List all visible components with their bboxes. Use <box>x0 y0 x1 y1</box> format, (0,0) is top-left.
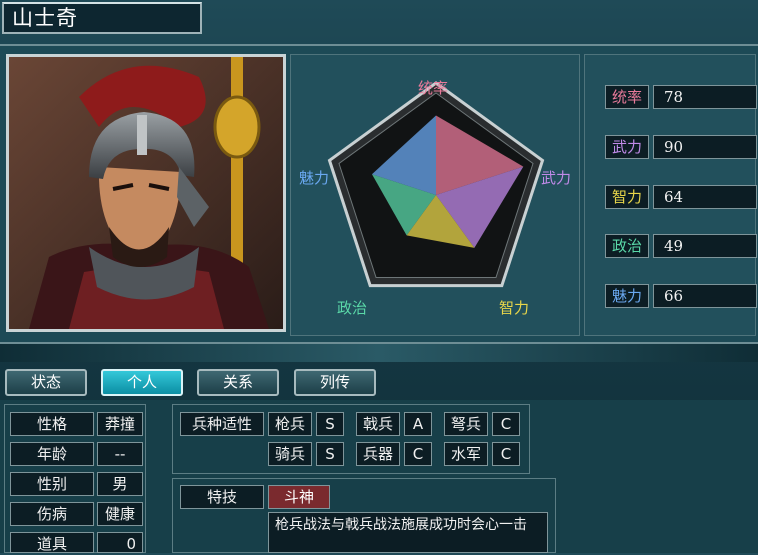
radar-label-zhengzhi: 政治 <box>337 299 368 317</box>
stat-row-zhengzhi: 政治 49 <box>605 234 757 258</box>
troop-aptitude-header: 兵种适性 <box>180 412 264 436</box>
troop-grade: C <box>492 442 520 466</box>
stat-value: 49 <box>653 234 757 258</box>
personal-label: 伤病 <box>10 502 94 526</box>
stat-row-tongshuai: 统率 78 <box>605 85 757 109</box>
stat-value: 66 <box>653 284 757 308</box>
tab-personal[interactable]: 个人 <box>101 369 183 396</box>
special-skill-name: 斗神 <box>268 485 330 509</box>
stat-label: 魅力 <box>605 284 649 308</box>
personal-label: 性别 <box>10 472 94 496</box>
troop-grade: S <box>316 412 344 436</box>
character-name-title: 山士奇 <box>2 2 202 34</box>
personal-value: 0 <box>97 532 143 553</box>
troop-grade: C <box>492 412 520 436</box>
troop-type: 弩兵 <box>444 412 488 436</box>
stat-label: 武力 <box>605 135 649 159</box>
divider-stripe <box>0 344 758 362</box>
personal-value: 男 <box>97 472 143 496</box>
personal-value: -- <box>97 442 143 466</box>
radar-label-zhili: 智力 <box>499 299 530 317</box>
personal-label: 道具 <box>10 532 94 553</box>
tab-biography[interactable]: 列传 <box>294 369 376 396</box>
ability-stats-panel: 统率 78 武力 90 智力 64 政治 49 魅力 66 <box>584 54 757 336</box>
ability-radar-panel: 统率 武力 智力 政治 魅力 <box>290 54 580 336</box>
stat-label: 智力 <box>605 185 649 209</box>
stat-row-zhili: 智力 64 <box>605 185 757 209</box>
portrait-image <box>9 57 283 329</box>
personal-label: 年龄 <box>10 442 94 466</box>
stat-value: 90 <box>653 135 757 159</box>
stat-value: 64 <box>653 185 757 209</box>
troop-type: 枪兵 <box>268 412 312 436</box>
radar-label-meili: 魅力 <box>299 169 330 187</box>
character-portrait <box>6 54 286 332</box>
radar-label-wuli: 武力 <box>541 169 572 187</box>
personal-label: 性格 <box>10 412 94 436</box>
stat-value: 78 <box>653 85 757 109</box>
troop-type: 骑兵 <box>268 442 312 466</box>
troop-grade: C <box>404 442 432 466</box>
special-skill-description: 枪兵战法与戟兵战法施展成功时会心一击 <box>268 512 548 553</box>
radar-label-tongshuai: 统率 <box>418 79 449 97</box>
stat-label: 统率 <box>605 85 649 109</box>
personal-value: 莽撞 <box>97 412 143 436</box>
personal-value: 健康 <box>97 502 143 526</box>
troop-type: 水军 <box>444 442 488 466</box>
stat-row-wuli: 武力 90 <box>605 135 757 159</box>
troop-type: 戟兵 <box>356 412 400 436</box>
special-skill-label: 特技 <box>180 485 264 509</box>
stat-row-meili: 魅力 66 <box>605 284 757 308</box>
tab-status[interactable]: 状态 <box>5 369 87 396</box>
troop-type: 兵器 <box>356 442 400 466</box>
troop-grade: A <box>404 412 432 436</box>
tab-relations[interactable]: 关系 <box>197 369 279 396</box>
troop-grade: S <box>316 442 344 466</box>
stat-label: 政治 <box>605 234 649 258</box>
